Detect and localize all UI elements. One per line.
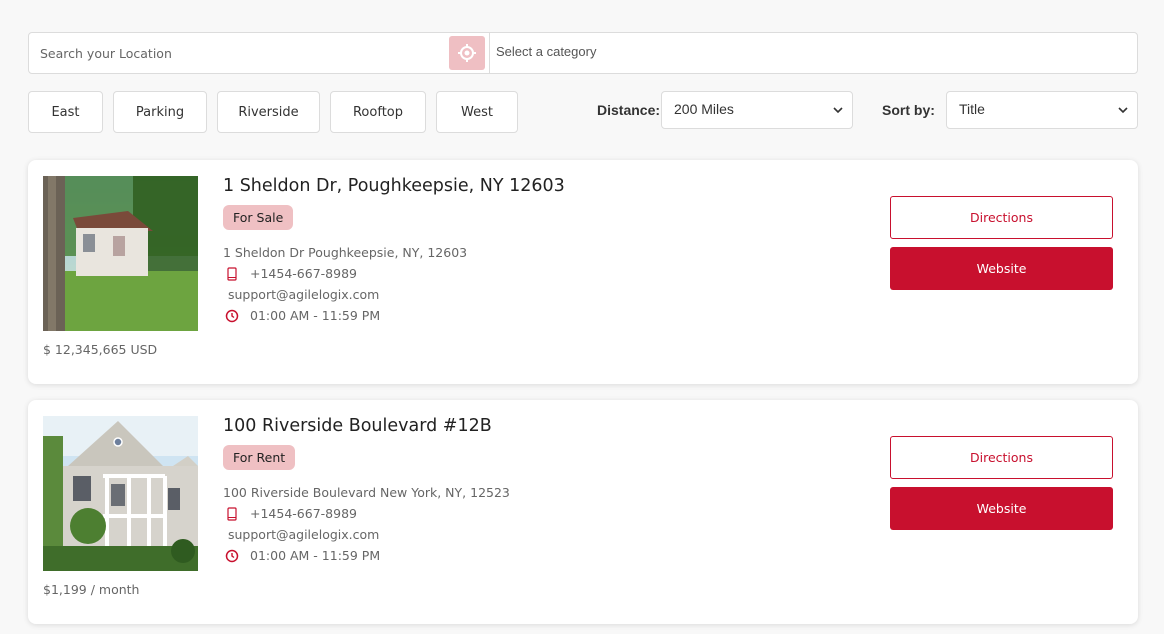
website-button[interactable]: Website [890, 247, 1113, 290]
chevron-down-icon [1118, 107, 1128, 114]
distance-value: 200 Miles [674, 101, 734, 117]
house-image [43, 416, 198, 571]
chevron-down-icon [833, 107, 843, 114]
tag-rooftop-button[interactable]: Rooftop [330, 91, 426, 133]
listing-phone: +1454-667-8989 [225, 506, 357, 521]
tag-west-button[interactable]: West [436, 91, 518, 133]
listing-email[interactable]: support@agilelogix.com [228, 527, 379, 542]
clock-icon [225, 309, 239, 323]
listing-image[interactable] [43, 176, 198, 331]
listing-title[interactable]: 100 Riverside Boulevard #12B [223, 416, 492, 436]
sort-label: Sort by: [882, 102, 935, 118]
tag-parking-button[interactable]: Parking [113, 91, 207, 133]
house-image [43, 176, 198, 331]
listing-card: $ 12,345,665 USD 1 Sheldon Dr, Poughkeep… [28, 160, 1138, 384]
listing-hours: 01:00 AM - 11:59 PM [225, 548, 380, 563]
status-badge: For Rent [223, 445, 296, 470]
mobile-phone-icon [225, 266, 239, 281]
crosshair-icon [458, 44, 476, 62]
category-select-input[interactable] [490, 33, 1137, 73]
status-badge: For Sale [223, 205, 294, 230]
distance-select[interactable]: 200 Miles [661, 91, 853, 129]
phone-number[interactable]: +1454-667-8989 [250, 506, 357, 521]
hours-text: 01:00 AM - 11:59 PM [250, 308, 381, 323]
listing-title[interactable]: 1 Sheldon Dr, Poughkeepsie, NY 12603 [223, 176, 565, 196]
sort-value: Title [959, 101, 985, 117]
listing-price: $1,199 / month [43, 582, 140, 597]
phone-number[interactable]: +1454-667-8989 [250, 266, 357, 281]
directions-button[interactable]: Directions [890, 436, 1113, 479]
tag-riverside-button[interactable]: Riverside [217, 91, 320, 133]
listing-hours: 01:00 AM - 11:59 PM [225, 308, 380, 323]
hours-text: 01:00 AM - 11:59 PM [250, 548, 381, 563]
listing-card: $1,199 / month 100 Riverside Boulevard #… [28, 400, 1138, 624]
listing-image[interactable] [43, 416, 198, 571]
directions-button[interactable]: Directions [890, 196, 1113, 239]
listing-email[interactable]: support@agilelogix.com [228, 287, 379, 302]
listing-price: $ 12,345,665 USD [43, 342, 158, 357]
location-search-input[interactable] [29, 33, 449, 73]
listing-address: 1 Sheldon Dr Poughkeepsie, NY, 12603 [223, 245, 468, 260]
distance-label: Distance: [597, 102, 661, 118]
mobile-phone-icon [225, 506, 239, 521]
listing-phone: +1454-667-8989 [225, 266, 357, 281]
website-button[interactable]: Website [890, 487, 1113, 530]
tag-east-button[interactable]: East [28, 91, 103, 133]
clock-icon [225, 549, 239, 563]
sort-select[interactable]: Title [946, 91, 1138, 129]
locate-me-button[interactable] [449, 36, 485, 70]
search-bar [28, 32, 1138, 74]
listing-address: 100 Riverside Boulevard New York, NY, 12… [223, 485, 510, 500]
